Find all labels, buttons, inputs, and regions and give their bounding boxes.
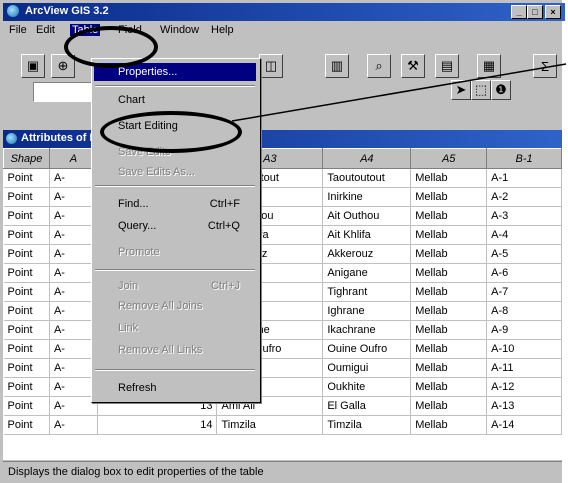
callout-line [231, 63, 567, 122]
arcview-window: ArcView GIS 3.2 _ □ × File Edit Table Fi… [0, 0, 567, 483]
